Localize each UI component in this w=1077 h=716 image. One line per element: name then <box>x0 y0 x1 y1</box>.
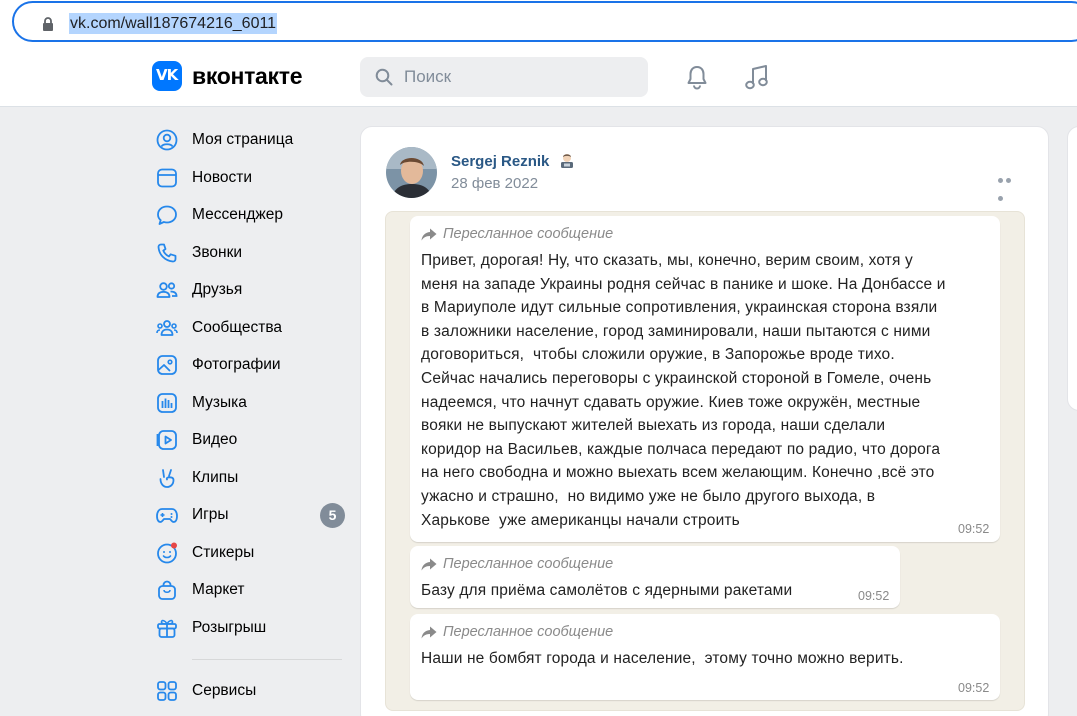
sidebar-item-music[interactable]: Музыка <box>152 384 347 422</box>
lock-icon <box>43 17 53 31</box>
search-icon <box>375 68 393 86</box>
clips-icon <box>159 468 175 488</box>
more-options-icon[interactable] <box>998 170 1020 201</box>
sidebar-item-label: Игры <box>192 506 229 523</box>
search-box[interactable] <box>360 57 648 97</box>
sidebar-item-video[interactable]: Видео <box>152 421 347 459</box>
phone-icon <box>157 243 177 262</box>
search-input[interactable] <box>404 66 634 88</box>
site-header: VK вконтакте <box>0 46 1077 107</box>
games-count-badge: 5 <box>320 503 345 528</box>
sidebar-item-clips[interactable]: Клипы <box>152 459 347 497</box>
sidebar-item-label: Сообщества <box>192 318 283 336</box>
music-player-icon[interactable] <box>744 63 770 91</box>
sidebar-item-services[interactable]: Сервисы <box>152 672 347 710</box>
sidebar-item-messenger[interactable]: Мессенджер <box>152 196 347 234</box>
message-time: 09:52 <box>958 522 990 536</box>
forwarded-header: Пересланное сообщение <box>421 624 613 640</box>
message-text: Привет, дорогая! Ну, что сказать, мы, ко… <box>421 252 946 529</box>
browser-toolbar: vk.com/wall187674216_6011 <box>0 0 1077 46</box>
video-icon <box>156 430 177 450</box>
post-date[interactable]: 28 фев 2022 <box>451 175 538 192</box>
notifications-bell-icon[interactable] <box>684 64 710 90</box>
author-name[interactable]: Sergej Reznik <box>451 152 575 170</box>
sidebar-item-label: Мессенджер <box>192 206 284 223</box>
gift-icon <box>157 619 177 638</box>
sidebar-item-label: Моя страница <box>192 131 294 148</box>
stickers-icon <box>157 542 177 563</box>
sidebar-item-calls[interactable]: Звонки <box>152 234 347 272</box>
sidebar-item-photos[interactable]: Фотографии <box>152 346 347 384</box>
forwarded-header: Пересланное сообщение <box>421 556 613 572</box>
sidebar-item-news[interactable]: Новости <box>152 159 347 197</box>
message-time: 09:52 <box>958 681 990 695</box>
vk-logo-icon[interactable]: VK <box>152 61 182 91</box>
message-bubble: Пересланное сообщение Привет, дорогая! Н… <box>410 216 1000 542</box>
sidebar-item-games[interactable]: Игры 5 <box>152 496 347 534</box>
right-column-card <box>1067 126 1077 411</box>
wall-post-card: Sergej Reznik 28 фев 2022 Пересланное со… <box>360 126 1049 716</box>
sidebar-item-label: Видео <box>192 431 238 448</box>
sidebar-item-my-page[interactable]: Моя страница <box>152 121 347 159</box>
profile-icon <box>156 129 178 151</box>
friends-icon <box>156 282 178 298</box>
message-bubble: Пересланное сообщение Наши не бомбят гор… <box>410 614 1000 700</box>
news-icon <box>157 168 177 187</box>
url-text[interactable]: vk.com/wall187674216_6011 <box>69 13 278 34</box>
sidebar-item-label: Розыгрыш <box>192 618 267 636</box>
sidebar-item-label: Фотографии <box>192 356 281 373</box>
sidebar-item-label: Музыка <box>192 393 247 411</box>
address-bar[interactable]: vk.com/wall187674216_6011 <box>12 1 1077 42</box>
communities-icon <box>156 319 178 336</box>
author-avatar[interactable] <box>386 147 437 198</box>
forwarded-messages-screenshot: Пересланное сообщение Привет, дорогая! Н… <box>385 211 1025 711</box>
sidebar-item-communities[interactable]: Сообщества <box>152 309 347 347</box>
games-icon <box>156 508 178 523</box>
sidebar-item-giveaway[interactable]: Розыгрыш <box>152 609 347 647</box>
technologist-emoji-icon <box>560 154 573 168</box>
message-text: Наши не бомбят города и население, этому… <box>421 650 904 667</box>
photos-icon <box>157 355 177 375</box>
left-sidebar: Моя страница Новости Мессенджер Звонки Д… <box>152 121 347 710</box>
forwarded-header: Пересланное сообщение <box>421 226 613 242</box>
messenger-icon <box>157 205 177 225</box>
forward-arrow-icon <box>421 228 437 240</box>
sidebar-divider <box>192 659 342 660</box>
sidebar-item-label: Клипы <box>192 468 239 486</box>
forward-arrow-icon <box>421 626 437 638</box>
sidebar-item-label: Стикеры <box>192 543 255 561</box>
sidebar-item-label: Новости <box>192 168 253 186</box>
forward-arrow-icon <box>421 558 437 570</box>
sidebar-item-label: Звонки <box>192 243 243 261</box>
message-bubble: Пересланное сообщение Базу для приёма са… <box>410 546 900 608</box>
sidebar-item-friends[interactable]: Друзья <box>152 271 347 309</box>
sidebar-item-label: Друзья <box>192 281 243 298</box>
sidebar-item-label: Маркет <box>192 581 245 598</box>
message-text: Базу для приёма самолётов с ядерными рак… <box>421 582 793 599</box>
market-icon <box>158 580 176 600</box>
sidebar-item-market[interactable]: Маркет <box>152 571 347 609</box>
sidebar-item-label: Сервисы <box>192 682 257 699</box>
message-time: 09:52 <box>858 589 890 603</box>
brand-name[interactable]: вконтакте <box>192 63 303 90</box>
music-icon <box>157 392 177 413</box>
sidebar-item-stickers[interactable]: Стикеры <box>152 534 347 572</box>
services-icon <box>157 681 177 701</box>
